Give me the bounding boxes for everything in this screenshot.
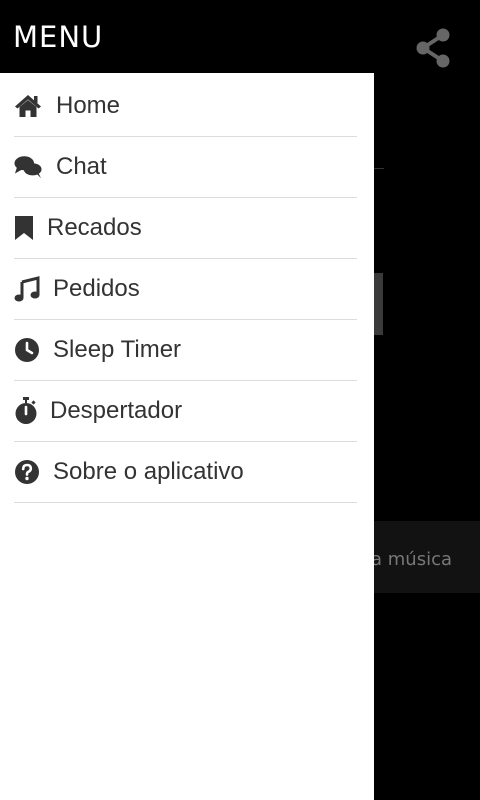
drawer-item-label: Home (56, 92, 121, 119)
background-song-text: a música (371, 549, 452, 570)
drawer-item-label: Sobre o aplicativo (53, 458, 244, 485)
drawer-item-label: Despertador (50, 397, 183, 424)
drawer-item-home[interactable]: Home (14, 76, 357, 137)
stopwatch-icon (14, 397, 38, 425)
question-circle-icon (14, 458, 42, 486)
chat-icon (14, 153, 42, 181)
background-button (374, 273, 383, 335)
drawer-item-label: Recados (47, 214, 142, 241)
home-icon (14, 92, 42, 120)
drawer-item-recados[interactable]: Recados (14, 198, 357, 259)
drawer-item-chat[interactable]: Chat (14, 137, 357, 198)
drawer-item-label: Sleep Timer (53, 336, 182, 363)
drawer-item-pedidos[interactable]: Pedidos (14, 259, 357, 320)
drawer-item-label: Chat (56, 153, 107, 180)
menu-title: MENU (13, 20, 104, 54)
app-header: MENU (0, 0, 480, 73)
share-icon[interactable] (414, 28, 452, 68)
drawer-item-sobre[interactable]: Sobre o aplicativo (14, 442, 357, 503)
navigation-drawer: Home Chat Recados Pedidos Sleep Timer De… (0, 73, 374, 800)
drawer-item-despertador[interactable]: Despertador (14, 381, 357, 442)
bookmark-icon (14, 214, 34, 242)
drawer-item-sleep-timer[interactable]: Sleep Timer (14, 320, 357, 381)
clock-icon (14, 336, 42, 364)
music-note-icon (14, 275, 42, 303)
background-divider (374, 168, 384, 169)
drawer-item-label: Pedidos (53, 275, 140, 302)
